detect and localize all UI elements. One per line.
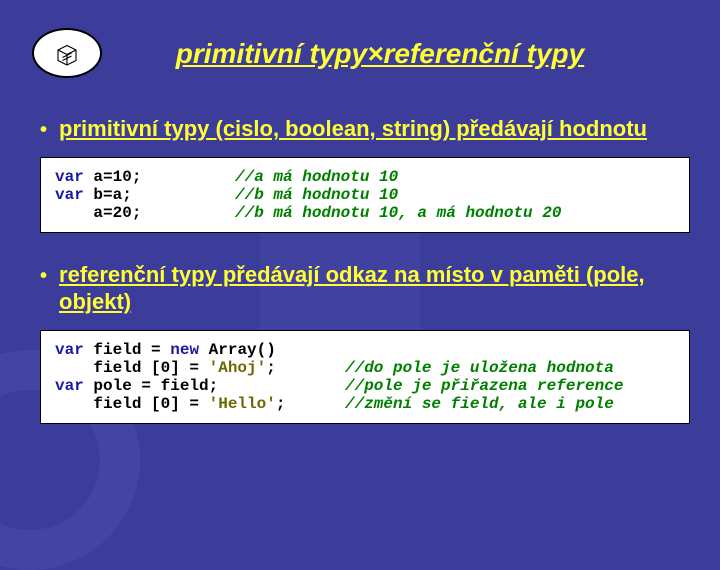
code-text: field = bbox=[84, 341, 170, 359]
code-line: var pole = field; //pole je přiřazena re… bbox=[55, 377, 675, 395]
code-line: field [0] = 'Hello'; //změní se field, a… bbox=[55, 395, 675, 413]
bullet-dot-icon: • bbox=[40, 265, 47, 288]
code-text: a=20; bbox=[55, 204, 235, 222]
code-string: 'Ahoj' bbox=[209, 359, 267, 377]
slide-content: • primitivní typy (cislo, boolean, strin… bbox=[40, 115, 690, 452]
code-comment: //b má hodnotu 10 bbox=[235, 186, 398, 204]
code-line: var field = new Array() bbox=[55, 341, 675, 359]
code-example-1: var a=10; //a má hodnotu 10 var b=a; //b… bbox=[40, 157, 690, 233]
bullet-text: referenční typy předávají odkaz na místo… bbox=[59, 261, 690, 316]
code-keyword: var bbox=[55, 186, 84, 204]
code-comment: //b má hodnotu 10, a má hodnotu 20 bbox=[235, 204, 561, 222]
code-comment: //pole je přiřazena reference bbox=[345, 377, 623, 395]
code-text: a=10; bbox=[84, 168, 142, 186]
code-example-2: var field = new Array() field [0] = 'Aho… bbox=[40, 330, 690, 424]
code-keyword: var bbox=[55, 168, 84, 186]
code-keyword: var bbox=[55, 377, 84, 395]
bullet-text: primitivní typy (cislo, boolean, string)… bbox=[59, 115, 647, 143]
bullet-dot-icon: • bbox=[40, 119, 47, 142]
bullet-primitive-types: • primitivní typy (cislo, boolean, strin… bbox=[40, 115, 690, 143]
code-keyword: var bbox=[55, 341, 84, 359]
code-keyword: new bbox=[170, 341, 199, 359]
code-comment: //do pole je uložena hodnota bbox=[345, 359, 614, 377]
code-text: ; bbox=[276, 395, 286, 413]
code-line: a=20; //b má hodnotu 10, a má hodnotu 20 bbox=[55, 204, 675, 222]
code-text: field [0] = bbox=[55, 395, 209, 413]
slide-title: primitivní typy×referenční typy bbox=[0, 38, 720, 70]
code-comment: //a má hodnotu 10 bbox=[235, 168, 398, 186]
code-line: var b=a; //b má hodnotu 10 bbox=[55, 186, 675, 204]
code-text: pole = field; bbox=[84, 377, 218, 395]
code-text: field [0] = bbox=[55, 359, 209, 377]
code-text: b=a; bbox=[84, 186, 132, 204]
code-text: Array() bbox=[199, 341, 276, 359]
code-comment: //změní se field, ale i pole bbox=[345, 395, 614, 413]
code-line: var a=10; //a má hodnotu 10 bbox=[55, 168, 675, 186]
bullet-reference-types: • referenční typy předávají odkaz na mís… bbox=[40, 261, 690, 316]
code-string: 'Hello' bbox=[209, 395, 276, 413]
code-line: field [0] = 'Ahoj'; //do pole je uložena… bbox=[55, 359, 675, 377]
code-text: ; bbox=[266, 359, 276, 377]
